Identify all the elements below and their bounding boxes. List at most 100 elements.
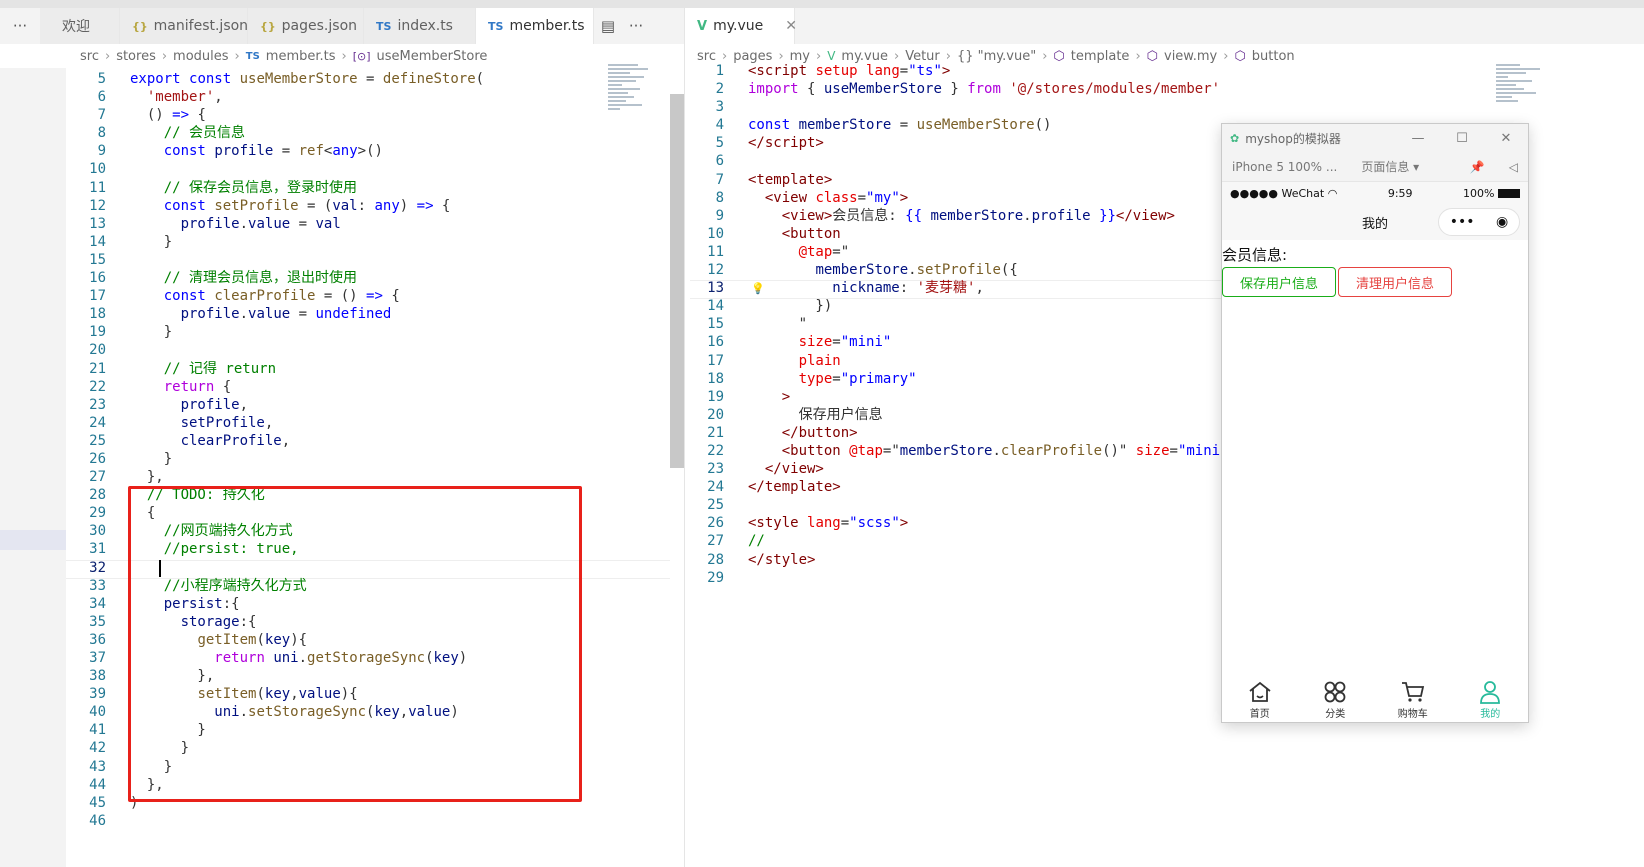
- line-number-gutter: 1 2 3 4 5 6 7 8 9 10 11 12 13 14 15 16 17 18 19 20 21 22 23 24 2…: [690, 62, 724, 622]
- line-number: 17: [89, 288, 106, 305]
- line-number: 14: [89, 233, 106, 250]
- line-number: 14: [707, 298, 724, 315]
- variable-icon: [⊙]: [352, 49, 371, 63]
- tab-label: pages.json: [281, 18, 358, 34]
- clear-user-button[interactable]: 清理用户信息: [1338, 267, 1453, 297]
- close-icon[interactable]: ✕: [785, 18, 797, 34]
- line-number: 24: [89, 414, 106, 431]
- tab-welcome[interactable]: 欢迎: [40, 8, 120, 44]
- line-number: 28: [707, 551, 724, 568]
- tab-index-ts[interactable]: TS index.ts: [364, 8, 476, 44]
- window-top-strip: [0, 0, 1644, 8]
- breadcrumb-item[interactable]: src: [80, 49, 99, 64]
- tab-label: 欢迎: [62, 19, 90, 35]
- tab-mine[interactable]: 我的: [1477, 679, 1503, 720]
- line-number: 28: [89, 487, 106, 504]
- ts-file-icon: TS: [376, 19, 392, 33]
- close-icon[interactable]: ✕: [1484, 131, 1528, 146]
- vue-file-icon: V: [697, 18, 708, 34]
- simulator-title: myshop的模拟器: [1245, 131, 1341, 146]
- line-number: 15: [89, 251, 106, 268]
- tab-category[interactable]: 分类: [1322, 679, 1348, 720]
- line-number: 30: [89, 523, 106, 540]
- line-number: 6: [97, 89, 106, 106]
- line-number: 27: [89, 469, 106, 486]
- minimize-icon[interactable]: —: [1396, 131, 1440, 146]
- tab-home[interactable]: 首页: [1247, 679, 1273, 720]
- line-number: 5: [715, 135, 724, 152]
- tab-my-vue[interactable]: Vmy.vue ✕: [685, 8, 797, 44]
- line-number: 35: [89, 613, 106, 630]
- line-number: 7: [715, 171, 724, 188]
- battery-label: 100%: [1463, 186, 1495, 200]
- line-number: 43: [89, 758, 106, 775]
- lightbulb-icon[interactable]: 💡: [751, 282, 765, 295]
- json-file-icon: {}: [132, 19, 148, 33]
- page-info-dropdown[interactable]: 页面信息 ▾: [1361, 158, 1419, 175]
- wifi-icon: ◠: [1327, 186, 1338, 200]
- line-number: 36: [89, 631, 106, 648]
- line-number: 12: [89, 197, 106, 214]
- more-icon[interactable]: ···: [0, 8, 40, 44]
- target-icon[interactable]: ◉: [1496, 214, 1508, 230]
- user-icon: [1480, 681, 1501, 704]
- capsule-menu: ••• ◉: [1438, 208, 1520, 236]
- line-number: 25: [707, 497, 724, 514]
- left-scrollbar[interactable]: [670, 94, 684, 468]
- breadcrumb-item[interactable]: modules: [173, 49, 229, 64]
- tab-cart[interactable]: 购物车: [1398, 679, 1428, 720]
- clock: 9:59: [1387, 186, 1413, 200]
- more-actions-icon[interactable]: ···: [622, 8, 650, 44]
- line-number: 16: [89, 270, 106, 287]
- breadcrumb-item[interactable]: useMemberStore: [377, 49, 488, 64]
- app-icon: ✿: [1230, 131, 1240, 145]
- tab-label: 首页: [1249, 709, 1270, 720]
- line-number: 23: [707, 461, 724, 478]
- device-selector[interactable]: iPhone 5 100% ...: [1232, 160, 1337, 174]
- right-tab-bar: Vmy.vue ✕: [685, 8, 1644, 44]
- tab-label: my.vue: [713, 18, 764, 34]
- line-number: 22: [89, 378, 106, 395]
- line-number: 18: [89, 306, 106, 323]
- category-icon: [1324, 681, 1346, 703]
- tab-label: 分类: [1325, 709, 1346, 720]
- line-number: 33: [89, 577, 106, 594]
- maximize-icon[interactable]: ☐: [1440, 131, 1484, 146]
- line-number: 12: [707, 262, 724, 279]
- left-minimap[interactable]: [608, 62, 658, 152]
- tab-member-ts[interactable]: TS member.ts: [476, 8, 594, 44]
- line-number: 17: [707, 352, 724, 369]
- phone-tab-bar: 首页 分类 购物车 我的: [1222, 678, 1528, 722]
- right-code-editor[interactable]: 1 2 3 4 5 6 7 8 9 10 11 12 13 14 15 16 17 18 19 20 21 22 23 24 2…: [690, 62, 1221, 622]
- line-number: 38: [89, 668, 106, 685]
- sound-icon[interactable]: ◁: [1509, 160, 1518, 174]
- line-number: 7: [97, 107, 106, 124]
- phone-nav-bar: 我的 ••• ◉: [1222, 204, 1528, 240]
- pin-icon[interactable]: 📌: [1470, 160, 1485, 174]
- line-number: 26: [89, 450, 106, 467]
- tab-manifest-json[interactable]: {} manifest.json: [120, 8, 248, 44]
- line-number: 3: [715, 99, 724, 116]
- line-number: 8: [97, 125, 106, 142]
- more-dots-icon[interactable]: •••: [1450, 214, 1475, 230]
- line-number: 8: [715, 189, 724, 206]
- line-number: 11: [89, 179, 106, 196]
- breadcrumb-item[interactable]: stores: [116, 49, 156, 64]
- split-editor-icon[interactable]: ▤: [594, 8, 622, 44]
- line-number: 13: [89, 215, 106, 232]
- ts-file-icon: TS: [245, 50, 260, 62]
- line-number: 20: [707, 406, 724, 423]
- line-number: 29: [707, 569, 724, 586]
- line-number: 45: [89, 794, 106, 811]
- line-number: 39: [89, 686, 106, 703]
- line-number: 10: [89, 161, 106, 178]
- simulator-titlebar: ✿ myshop的模拟器 — ☐ ✕: [1222, 124, 1528, 152]
- breadcrumb-item[interactable]: member.ts: [266, 49, 336, 64]
- breadcrumb-item[interactable]: button: [1252, 49, 1295, 64]
- tab-label: member.ts: [509, 18, 585, 34]
- tab-pages-json[interactable]: {} pages.json: [248, 8, 364, 44]
- line-number: 9: [97, 143, 106, 160]
- editor-split-divider[interactable]: [684, 8, 685, 867]
- save-user-button[interactable]: 保存用户信息: [1222, 267, 1337, 297]
- line-number: 24: [707, 479, 724, 496]
